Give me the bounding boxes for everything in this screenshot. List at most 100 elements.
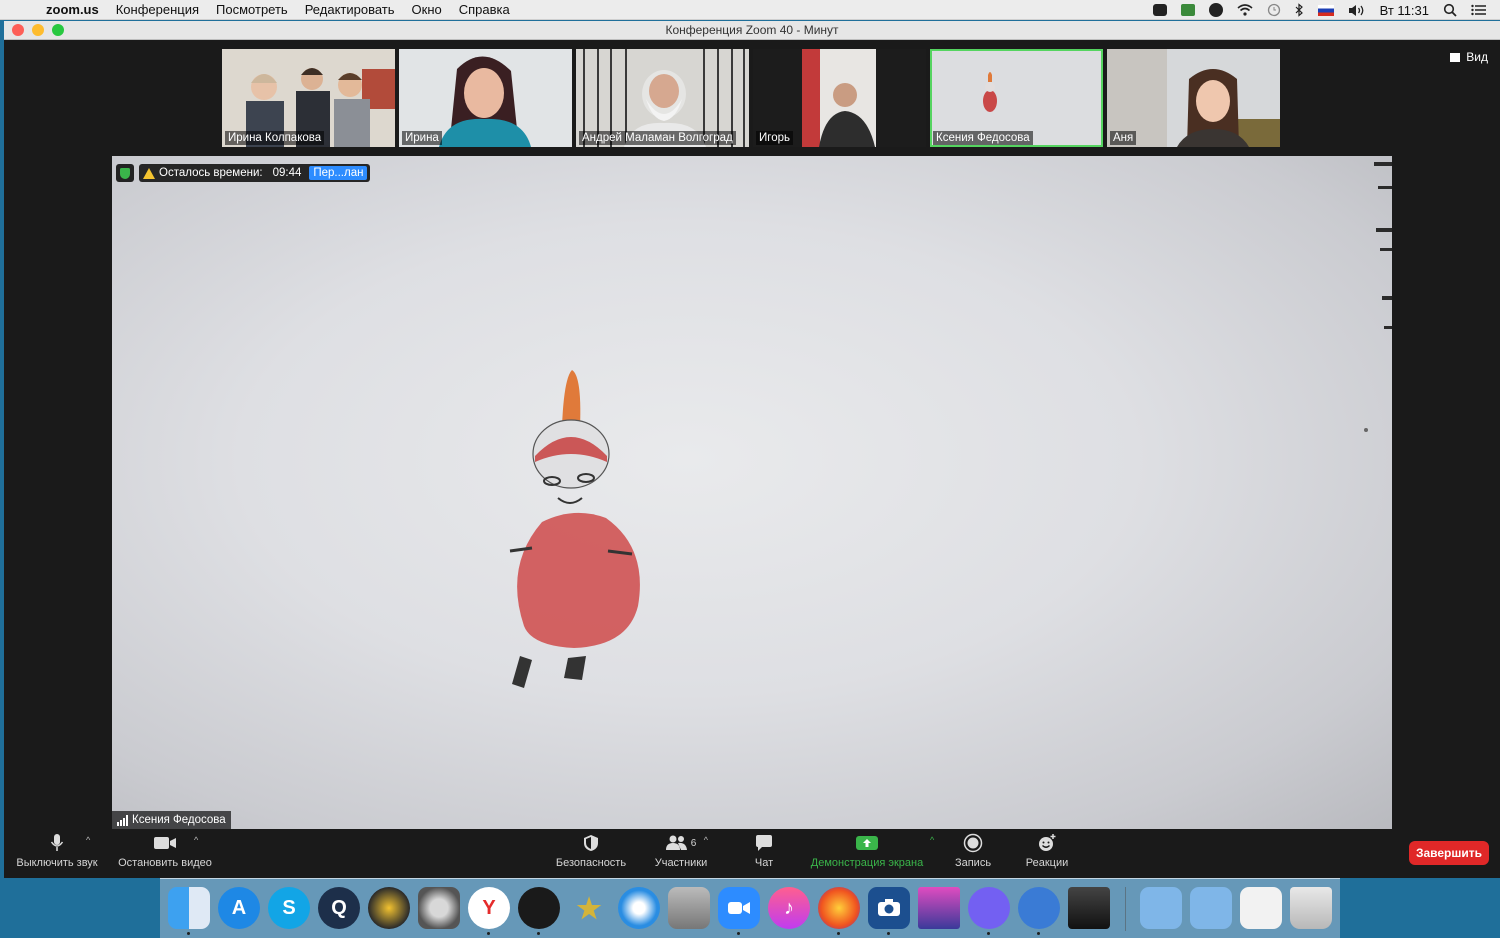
record-button[interactable]: Запись (948, 829, 998, 878)
chat-icon (756, 835, 772, 851)
participant-tile[interactable]: Игорь (753, 49, 926, 147)
chat-label: Чат (754, 857, 774, 869)
menu-item-window[interactable]: Окно (412, 2, 442, 17)
participant-tile[interactable]: Андрей Маламан Волгоград (576, 49, 749, 147)
gallery-view-icon (1450, 52, 1461, 62)
bluetooth-icon[interactable] (1295, 3, 1304, 17)
safari-icon[interactable] (618, 887, 660, 929)
participant-name: Игорь (756, 131, 793, 145)
drawing-video-frame (509, 162, 1392, 688)
menu-item-view[interactable]: Посмотреть (216, 2, 288, 17)
app-store-icon[interactable]: A (218, 887, 260, 929)
download-icon[interactable] (1180, 4, 1195, 16)
participant-tile[interactable]: Ирина (399, 49, 572, 147)
participant-name: Аня (1110, 131, 1137, 145)
participant-name: Ирина (402, 131, 442, 145)
menu-item-edit[interactable]: Редактировать (305, 2, 395, 17)
video-options-caret[interactable]: ^ (194, 835, 198, 845)
participant-tile[interactable]: Аня (1107, 49, 1280, 147)
participant-name: Ирина Колпакова (225, 131, 325, 145)
stop-video-button[interactable]: ^ Остановить видео (114, 829, 216, 878)
security-button[interactable]: Безопасность (551, 829, 631, 878)
system-preferences-icon[interactable] (418, 887, 460, 929)
meeting-info-bar: Осталось времени: 09:44 Пер...лан (116, 164, 371, 182)
participants-label: Участники (654, 857, 708, 869)
status-area: Вт 11:31 (1152, 0, 1500, 20)
quicktime-icon[interactable]: Q (318, 887, 360, 929)
participants-button[interactable]: 6 ^ Участники (644, 829, 718, 878)
timer-value: 09:44 (272, 167, 302, 179)
warning-icon (143, 167, 155, 179)
participant-tile[interactable]: Ирина Колпакова (222, 49, 395, 147)
zoom-icon[interactable] (1152, 4, 1167, 16)
itunes-icon[interactable]: ♪ (768, 887, 810, 929)
clock[interactable]: Вт 11:31 (1380, 3, 1429, 18)
viber-icon[interactable] (968, 887, 1010, 935)
video-camera-icon (154, 837, 176, 849)
russian-flag-icon[interactable] (1317, 4, 1334, 16)
search-icon[interactable] (1443, 3, 1457, 17)
emoji-icon (1039, 834, 1056, 851)
photo-booth-icon[interactable] (868, 887, 910, 935)
participants-options-caret[interactable]: ^ (704, 835, 708, 845)
encryption-shield-icon[interactable] (116, 164, 134, 182)
zoom-icon[interactable] (718, 887, 760, 935)
downloads-folder-icon[interactable] (1190, 887, 1232, 929)
skype-icon[interactable]: S (268, 887, 310, 929)
wifi-icon[interactable] (1237, 4, 1253, 16)
drawing-figure (509, 370, 640, 688)
share-options-caret[interactable]: ^ (930, 835, 934, 845)
viber-icon[interactable] (1208, 3, 1223, 17)
menu-bar: zoom.us Конференция Посмотреть Редактиро… (0, 0, 1500, 20)
window-title: Конференция Zoom 40 - Минут (665, 23, 839, 37)
chat-button[interactable]: Чат (742, 829, 786, 878)
preview-icon[interactable] (1240, 887, 1282, 929)
zoom-window: Конференция Zoom 40 - Минут Ирина Колпак… (4, 21, 1500, 878)
mute-label: Выключить звук (16, 857, 98, 869)
dock: A S Q Y ★ ♪ (160, 878, 1340, 938)
security-label: Безопасность (555, 857, 627, 869)
time-machine-icon[interactable] (1267, 3, 1281, 17)
view-button[interactable]: Вид (1450, 50, 1488, 64)
share-label: Демонстрация экрана (810, 857, 924, 869)
list-icon[interactable] (1471, 4, 1486, 16)
participant-name: Ксения Федосова (933, 131, 1033, 145)
finder-icon[interactable] (168, 887, 210, 935)
burn-icon[interactable] (368, 887, 410, 929)
record-label: Запись (954, 857, 992, 869)
microphone-icon (50, 834, 64, 851)
end-meeting-button[interactable]: Завершить (1409, 841, 1489, 865)
printer-icon[interactable] (1068, 887, 1110, 929)
participant-tile-active[interactable]: Ксения Федосова (930, 49, 1103, 147)
imac-icon[interactable] (918, 887, 960, 929)
share-screen-button[interactable]: ^ Демонстрация экрана (804, 829, 934, 878)
mail-icon[interactable] (1018, 887, 1060, 935)
signal-strength-icon (117, 814, 128, 826)
trash-icon[interactable] (1290, 887, 1332, 929)
menu-item-conference[interactable]: Конференция (116, 2, 199, 17)
reactions-button[interactable]: Реакции (1020, 829, 1074, 878)
mute-button[interactable]: ^ Выключить звук (12, 829, 102, 878)
yandex-browser-icon[interactable]: Y (468, 887, 510, 935)
menu-app-name[interactable]: zoom.us (46, 2, 99, 17)
share-screen-icon (856, 836, 878, 850)
speaker-name: Ксения Федосова (132, 814, 226, 826)
timer-label: Осталось времени: (159, 167, 263, 179)
documents-folder-icon[interactable] (1140, 887, 1182, 929)
video-label: Остановить видео (118, 857, 212, 869)
participant-name: Андрей Маламан Волгоград (579, 131, 736, 145)
reactions-label: Реакции (1025, 857, 1069, 869)
launchpad-icon[interactable] (518, 887, 560, 935)
menu-item-help[interactable]: Справка (459, 2, 510, 17)
upgrade-plan-button[interactable]: Пер...лан (309, 166, 368, 180)
audio-options-caret[interactable]: ^ (86, 835, 90, 845)
dock-separator (1125, 887, 1126, 931)
firefox-icon[interactable] (818, 887, 860, 935)
ilife-star-icon[interactable]: ★ (568, 887, 610, 929)
participant-gallery: Ирина Колпакова Ирина Андрей Маламан Вол… (4, 41, 1500, 156)
disk-utility-icon[interactable] (668, 887, 710, 929)
volume-icon[interactable] (1348, 4, 1366, 17)
title-bar: Конференция Zoom 40 - Минут (4, 21, 1500, 40)
participants-icon (665, 835, 687, 850)
meeting-controls: ^ Выключить звук ^ Остановить видео Безо… (4, 829, 1500, 878)
